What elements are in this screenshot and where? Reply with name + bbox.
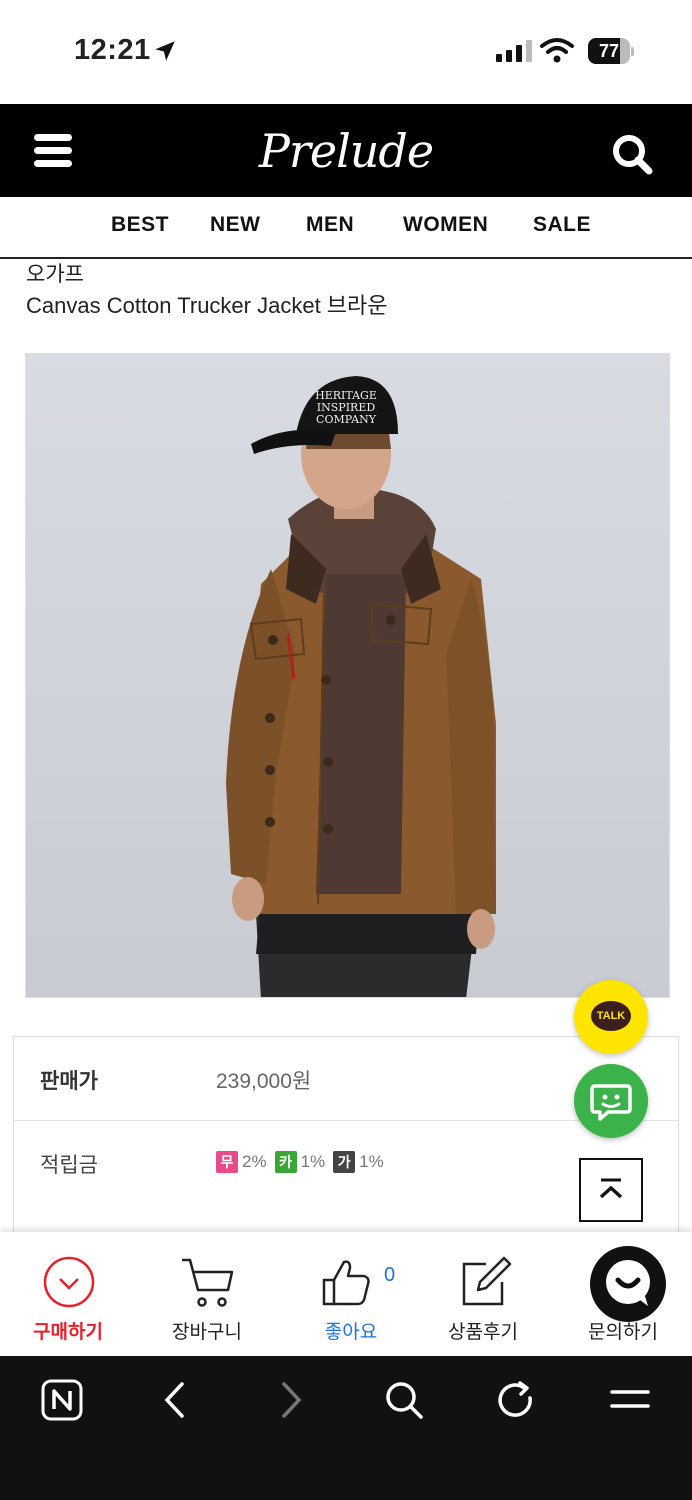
cart-button[interactable]: 장바구니 — [142, 1232, 272, 1356]
points-badge-2: 카 — [274, 1151, 297, 1173]
chat-smile-icon — [606, 1260, 650, 1306]
points-badge-3: 가 — [333, 1151, 356, 1173]
points-rate-3: 1% — [359, 1152, 384, 1171]
nav-men[interactable]: MEN — [306, 213, 354, 237]
kakao-talk-label: TALK — [591, 1001, 631, 1031]
refresh-icon[interactable] — [494, 1378, 538, 1422]
menu-icon[interactable] — [608, 1378, 652, 1422]
buy-button[interactable]: 구매하기 — [3, 1232, 133, 1356]
points-label: 적립금 — [40, 1154, 98, 1177]
forward-icon[interactable] — [268, 1378, 312, 1422]
browser-search-icon[interactable] — [382, 1378, 426, 1422]
hamburger-menu-icon[interactable] — [34, 134, 72, 168]
nav-sale[interactable]: SALE — [533, 213, 591, 237]
review-label: 상품후기 — [448, 1322, 518, 1343]
chat-button[interactable] — [574, 1064, 648, 1138]
price-value: 239,000원 — [216, 1070, 312, 1093]
cart-icon — [182, 1258, 234, 1307]
site-logo[interactable]: Prelude — [226, 118, 466, 184]
points-rate-1: 2% — [242, 1152, 267, 1171]
points-rate-2: 1% — [300, 1152, 326, 1171]
like-count: 0 — [384, 1264, 396, 1286]
cap-text-3: COMPANY — [316, 413, 377, 426]
cart-label: 장바구니 — [172, 1322, 242, 1343]
check-circle-icon — [43, 1256, 95, 1308]
site-header: Prelude — [0, 104, 692, 197]
back-icon[interactable] — [154, 1378, 198, 1422]
edit-icon — [462, 1256, 512, 1306]
price-label: 판매가 — [40, 1070, 98, 1093]
status-time: 12:21 — [74, 34, 151, 66]
location-arrow-icon — [155, 41, 175, 61]
chat-bubble-icon — [590, 1084, 632, 1121]
scroll-to-top-button[interactable] — [579, 1158, 643, 1222]
browser-toolbar — [0, 1356, 692, 1500]
buy-label: 구매하기 — [33, 1322, 103, 1343]
cellular-signal-icon — [496, 40, 532, 62]
kakao-talk-button[interactable]: TALK — [574, 980, 648, 1054]
points-badge-1: 무 — [216, 1151, 238, 1173]
product-image[interactable]: HERITAGE INSPIRED COMPANY — [25, 353, 670, 998]
product-action-bar: 구매하기 장바구니 0 좋아요 상품후기 문의하기 — [0, 1232, 692, 1356]
thumbs-up-icon — [322, 1260, 370, 1306]
nav-women[interactable]: WOMEN — [403, 213, 488, 237]
like-label: 좋아요 — [324, 1322, 378, 1343]
product-brand[interactable]: 오가프 — [26, 258, 84, 288]
battery-icon: 77 — [588, 38, 634, 64]
nav-new[interactable]: NEW — [210, 213, 261, 237]
like-button[interactable]: 0 좋아요 — [288, 1232, 418, 1356]
arrow-up-icon — [599, 1178, 623, 1199]
floating-chat-button[interactable] — [590, 1246, 666, 1322]
review-button[interactable]: 상품후기 — [418, 1232, 548, 1356]
wifi-icon — [540, 38, 574, 63]
search-icon[interactable] — [610, 132, 654, 176]
battery-percent: 77 — [598, 41, 620, 61]
product-name: Canvas Cotton Trucker Jacket 브라운 — [26, 293, 388, 318]
product-page: 12:21 77 Prelude BEST NEW MEN WOMEN SALE… — [0, 0, 692, 1500]
status-bar: 12:21 77 — [0, 0, 692, 104]
category-nav: BEST NEW MEN WOMEN SALE — [0, 197, 692, 259]
nav-best[interactable]: BEST — [111, 213, 169, 237]
naver-home-icon[interactable] — [40, 1378, 84, 1422]
points-list: 무 2% 카 1% 가 1% — [216, 1151, 392, 1173]
